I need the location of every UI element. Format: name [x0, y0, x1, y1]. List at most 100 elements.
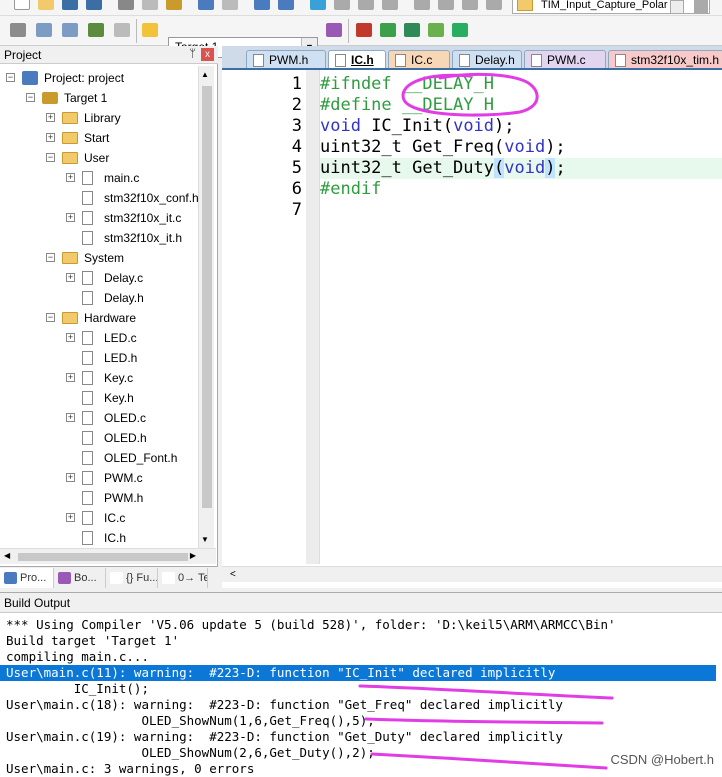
- tree-item-label: stm32f10x_it.c: [104, 211, 182, 225]
- unindent-icon[interactable]: [438, 0, 454, 10]
- panel-tab-label: Bo...: [74, 572, 97, 584]
- expand-icon[interactable]: +: [66, 513, 75, 522]
- indent-icon[interactable]: [414, 0, 430, 10]
- tree-item-label: OLED_Font.h: [104, 451, 178, 465]
- undo-icon[interactable]: [198, 0, 214, 10]
- tree-root-label: Project: project: [44, 71, 125, 85]
- close-icon[interactable]: x: [201, 48, 214, 61]
- code-line[interactable]: void IC_Init(void);: [320, 116, 515, 137]
- collapse-icon[interactable]: −: [46, 253, 55, 262]
- code-line[interactable]: uint32_t Get_Freq(void);: [320, 137, 566, 158]
- collapse-icon[interactable]: −: [26, 93, 35, 102]
- select-packs-icon[interactable]: [380, 23, 396, 37]
- expand-icon[interactable]: +: [66, 333, 75, 342]
- cut-icon[interactable]: [118, 0, 134, 10]
- panel-tab[interactable]: Pro...: [0, 568, 54, 588]
- new-file-icon[interactable]: [14, 0, 30, 10]
- file-icon: [82, 211, 93, 225]
- code-line[interactable]: #endif: [320, 179, 381, 200]
- code-line[interactable]: #ifndef __DELAY_H: [320, 74, 494, 95]
- find-in-files-icon[interactable]: [694, 0, 708, 14]
- comment-icon[interactable]: [462, 0, 478, 10]
- code-line[interactable]: #define __DELAY_H: [320, 95, 494, 116]
- code-token: #endif: [320, 179, 382, 199]
- scroll-thumb[interactable]: [202, 86, 212, 508]
- nav-forward-icon[interactable]: [278, 0, 294, 10]
- expand-icon[interactable]: +: [66, 213, 75, 222]
- find-dropdown-icon[interactable]: [670, 0, 684, 14]
- paste-icon[interactable]: [166, 0, 182, 10]
- expand-icon[interactable]: +: [66, 173, 75, 182]
- uncomment-icon[interactable]: [486, 0, 502, 10]
- copy-icon[interactable]: [142, 0, 158, 10]
- expand-icon[interactable]: +: [66, 373, 75, 382]
- manage-components-icon[interactable]: [356, 23, 372, 37]
- bookmark-prev-icon[interactable]: [334, 0, 350, 10]
- batch-build-icon[interactable]: [88, 23, 104, 37]
- nav-back-icon[interactable]: [254, 0, 270, 10]
- panel-tab[interactable]: 0→ Te...: [158, 568, 208, 588]
- scroll-thumb[interactable]: [18, 553, 188, 561]
- event-recorder-icon[interactable]: [452, 23, 468, 37]
- manage-rte-icon[interactable]: [428, 23, 444, 37]
- bookmark-next-icon[interactable]: [358, 0, 374, 10]
- editor-horizontal-scrollbar[interactable]: <: [222, 566, 722, 582]
- functions-icon: [110, 572, 123, 584]
- editor-tab[interactable]: PWM.h: [246, 50, 326, 68]
- download-icon[interactable]: [142, 23, 158, 37]
- rebuild-icon[interactable]: [62, 23, 78, 37]
- project-panel-tabs: Pro... Bo... {} Fu... 0→ Te...: [0, 566, 218, 588]
- panel-tab[interactable]: Bo...: [54, 568, 106, 588]
- editor-tab[interactable]: IC.c: [388, 50, 450, 68]
- pin-icon[interactable]: ᛘ: [189, 48, 196, 60]
- expand-icon[interactable]: +: [66, 473, 75, 482]
- target-options-icon[interactable]: [326, 23, 342, 37]
- build-icon[interactable]: [36, 23, 52, 37]
- file-icon: [82, 271, 93, 285]
- editor-tab[interactable]: stm32f10x_tim.h: [608, 50, 722, 68]
- tree-vertical-scrollbar[interactable]: ▲ ▼: [198, 66, 214, 548]
- toolbar-separator: [348, 19, 349, 43]
- tree-horizontal-scrollbar[interactable]: ◀ ▶: [0, 548, 216, 564]
- collapse-icon[interactable]: −: [46, 313, 55, 322]
- output-line[interactable]: User\main.c(18): warning: #223-D: functi…: [6, 697, 722, 713]
- tree-item-label: IC.h: [104, 531, 127, 545]
- bookmark-clear-icon[interactable]: [382, 0, 398, 10]
- output-line[interactable]: IC_Init();: [6, 681, 722, 697]
- output-line[interactable]: compiling main.c...: [6, 649, 722, 665]
- redo-icon[interactable]: [222, 0, 238, 10]
- code-token: uint32_t Get_Freq(: [320, 137, 505, 157]
- output-line[interactable]: Build target 'Target 1': [6, 633, 722, 649]
- open-folder-icon[interactable]: [38, 0, 54, 10]
- code-line[interactable]: uint32_t Get_Duty(void);: [320, 158, 722, 179]
- scroll-down-icon[interactable]: ▼: [201, 535, 209, 544]
- code-editor[interactable]: 1234567 #ifndef __DELAY_H #define __DELAY…: [222, 70, 722, 588]
- editor-tab[interactable]: IC.h: [328, 50, 386, 68]
- expand-icon[interactable]: +: [46, 133, 55, 142]
- scroll-left-icon[interactable]: <: [230, 569, 236, 580]
- panel-tab[interactable]: {} Fu...: [106, 568, 158, 588]
- editor-tab[interactable]: Delay.h: [452, 50, 522, 68]
- output-line[interactable]: OLED_ShowNum(1,6,Get_Freq(),5);: [6, 713, 722, 729]
- expand-icon[interactable]: +: [66, 413, 75, 422]
- scroll-right-icon[interactable]: ▶: [190, 551, 196, 560]
- tree-item-label: User: [84, 151, 110, 165]
- stop-build-icon[interactable]: [114, 23, 130, 37]
- expand-icon[interactable]: +: [66, 273, 75, 282]
- collapse-icon[interactable]: −: [46, 153, 55, 162]
- bookmark-icon[interactable]: [310, 0, 326, 10]
- output-line[interactable]: *** Using Compiler 'V5.06 update 5 (buil…: [6, 617, 722, 633]
- expand-icon[interactable]: +: [46, 113, 55, 122]
- file-icon: [82, 231, 93, 245]
- project-panel-title: Project: [4, 48, 42, 62]
- save-icon[interactable]: [62, 0, 78, 10]
- save-all-icon[interactable]: [86, 0, 102, 10]
- pack-installer-icon[interactable]: [404, 23, 420, 37]
- output-line[interactable]: User\main.c(11): warning: #223-D: functi…: [0, 665, 716, 681]
- collapse-icon[interactable]: −: [6, 73, 15, 82]
- editor-tab[interactable]: PWM.c: [524, 50, 606, 68]
- scroll-up-icon[interactable]: ▲: [201, 70, 209, 79]
- scroll-left-icon[interactable]: ◀: [4, 551, 10, 560]
- output-line[interactable]: User\main.c(19): warning: #223-D: functi…: [6, 729, 722, 745]
- translate-icon[interactable]: [10, 23, 26, 37]
